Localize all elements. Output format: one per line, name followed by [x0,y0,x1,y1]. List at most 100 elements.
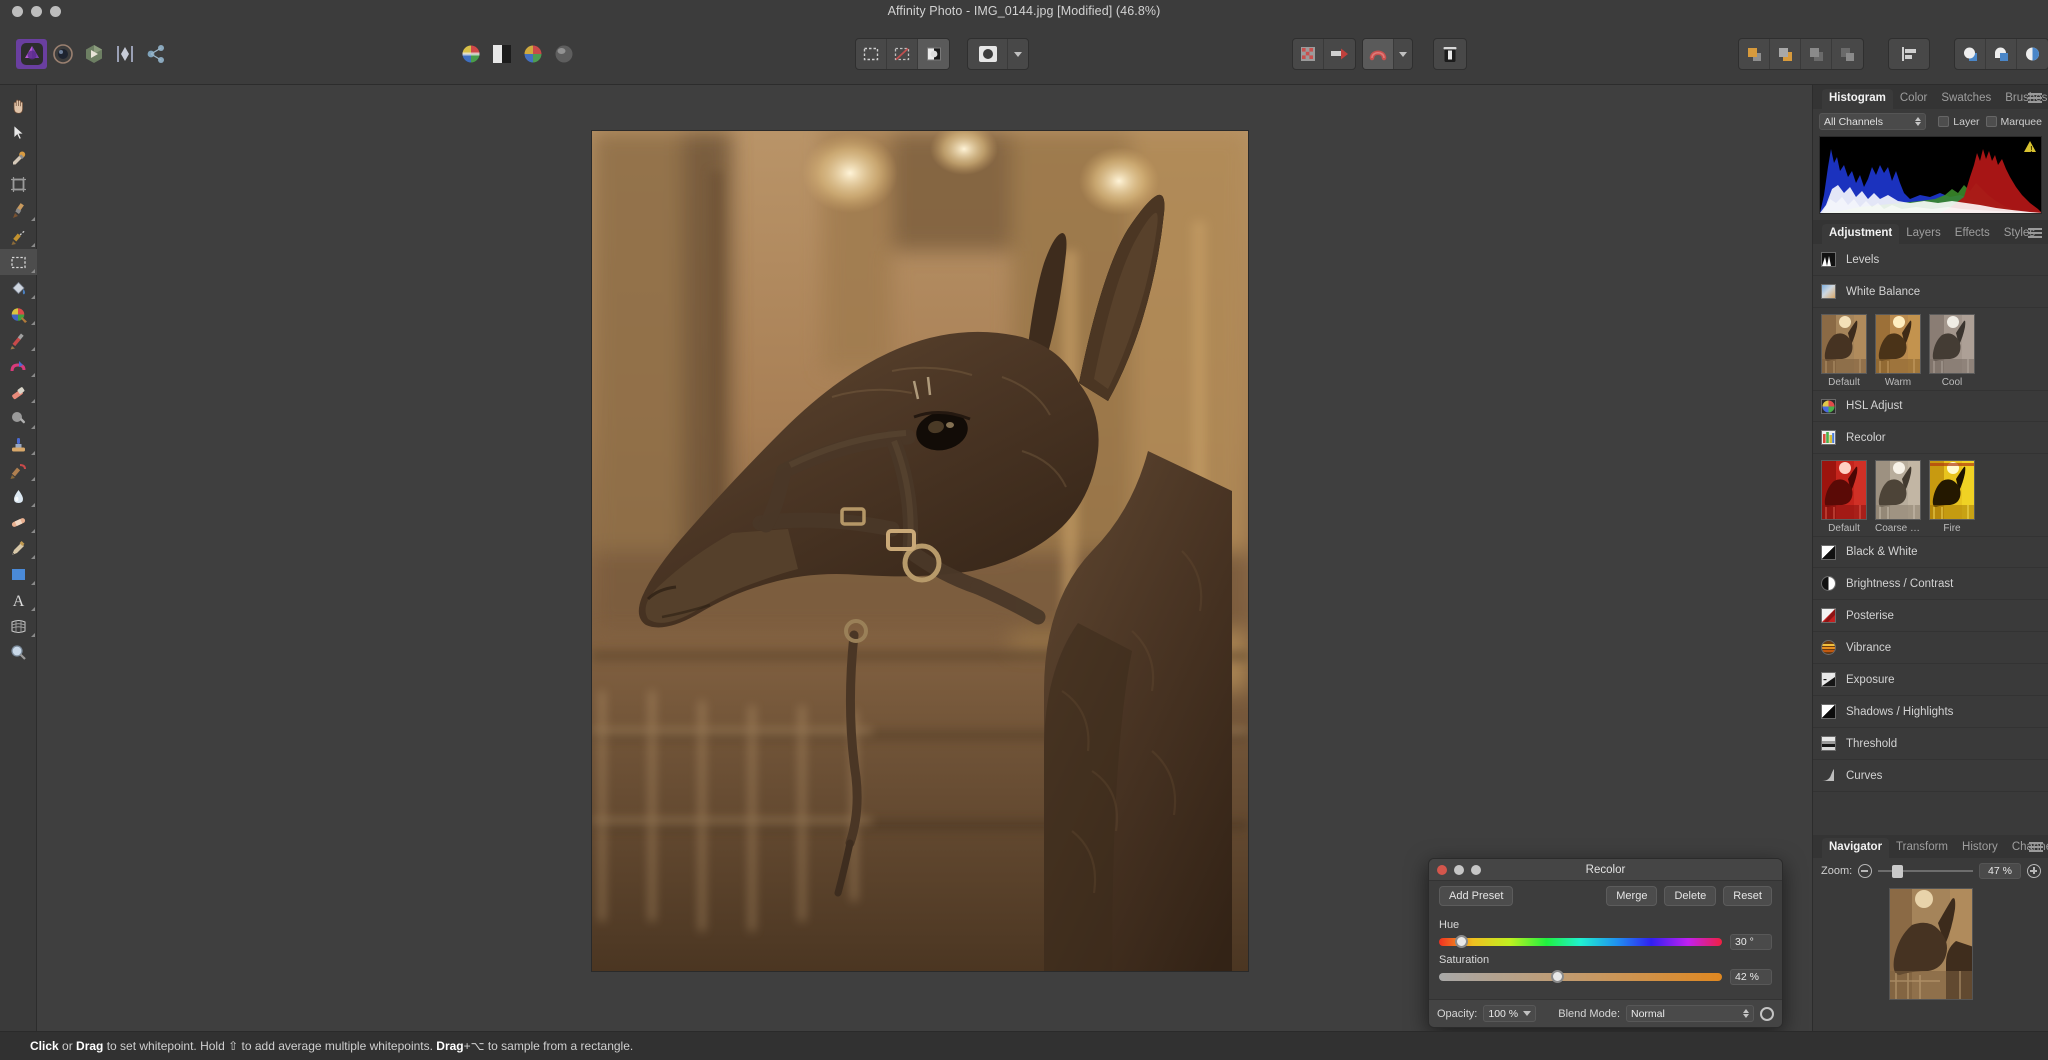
trash-icon[interactable] [1434,39,1466,69]
adjustment-item-brightness-contrast[interactable]: Brightness / Contrast [1813,568,2048,600]
tool-erase-brush[interactable] [0,379,37,405]
adjustment-item-hsl-adjust[interactable]: HSL Adjust [1813,390,2048,422]
opacity-combo[interactable]: 100 % [1483,1005,1536,1022]
move-to-front-icon[interactable] [1739,39,1770,69]
delete-button[interactable]: Delete [1664,886,1716,906]
layer-checkbox[interactable] [1938,116,1949,127]
panel-menu-icon[interactable] [2028,228,2042,239]
saturation-value-field[interactable]: 42 % [1730,969,1772,985]
hue-value-field[interactable]: 30 ° [1730,934,1772,950]
tool-healing-brush[interactable] [0,509,37,535]
marquee-checkbox-row[interactable]: Marquee [1986,116,2042,128]
tool-paint-mixer[interactable] [0,327,37,353]
tab-effects[interactable]: Effects [1948,224,1997,244]
liquify-persona-button[interactable] [47,39,78,69]
tool-undo-brush[interactable] [0,457,37,483]
tab-adjustment[interactable]: Adjustment [1822,224,1899,244]
tool-zoom[interactable] [0,639,37,665]
histogram-graph[interactable]: ! [1819,136,2042,214]
refine-selection-icon[interactable] [918,39,949,69]
tool-flood-fill[interactable] [0,275,37,301]
grid-icon[interactable] [1293,39,1324,69]
no-selection-icon[interactable] [887,39,918,69]
recolor-dialog[interactable]: Recolor Add Preset Merge Delete Reset Hu… [1428,858,1783,1028]
zoom-in-icon[interactable] [2027,864,2041,878]
adjustment-item-shadows-highlights[interactable]: Shadows / Highlights [1813,696,2048,728]
tab-history[interactable]: History [1955,838,2005,858]
tool-view[interactable] [0,93,37,119]
zoom-value-field[interactable]: 47 % [1979,863,2021,879]
dialog-maximize-button[interactable] [1471,865,1481,875]
tool-rectangular-marquee[interactable] [0,249,37,275]
color-wheel-icon[interactable] [455,39,486,69]
sphere-icon[interactable] [548,39,579,69]
blend-mode-combo[interactable]: Normal [1626,1005,1754,1022]
color-circle-icon[interactable] [517,39,548,69]
move-to-back-icon[interactable] [1832,39,1863,69]
marquee-checkbox[interactable] [1986,116,1997,127]
develop-persona-button[interactable] [78,39,109,69]
tool-move[interactable] [0,119,37,145]
zoom-out-icon[interactable] [1858,864,1872,878]
tool-mesh-warp[interactable] [0,613,37,639]
adjustment-item-black-white[interactable]: Black & White [1813,536,2048,568]
tool-selection-brush[interactable] [0,223,37,249]
maximize-button[interactable] [50,6,61,17]
preset-recolor-fire[interactable]: Fire [1929,460,1975,534]
saturation-slider-track[interactable] [1439,973,1722,981]
tab-swatches[interactable]: Swatches [1934,89,1998,109]
tool-clone-brush[interactable] [0,431,37,457]
settings-gear-icon[interactable] [1760,1007,1774,1021]
reset-button[interactable]: Reset [1723,886,1772,906]
move-forward-icon[interactable] [1770,39,1801,69]
saturation-slider-knob[interactable] [1551,970,1564,983]
merge-button[interactable]: Merge [1606,886,1657,906]
tab-color[interactable]: Color [1893,89,1934,109]
preset-wb-warm[interactable]: Warm [1875,314,1921,388]
tool-gradient[interactable] [0,301,37,327]
hue-slider-track[interactable] [1439,938,1722,946]
tool-artistic-text[interactable]: A [0,587,37,613]
marquee-selection-icon[interactable] [856,39,887,69]
boolean-intersect-icon[interactable] [2017,39,2048,69]
adjustment-item-threshold[interactable]: Threshold [1813,728,2048,760]
tab-histogram[interactable]: Histogram [1822,89,1893,109]
boolean-subtract-icon[interactable] [1986,39,2017,69]
adjustment-item-posterise[interactable]: Posterise [1813,600,2048,632]
tab-transform[interactable]: Transform [1889,838,1955,858]
tool-blur-brush[interactable] [0,483,37,509]
tool-pen[interactable] [0,535,37,561]
zoom-slider-knob[interactable] [1892,865,1903,878]
navigator-thumbnail[interactable] [1889,888,1973,1000]
tool-dodge[interactable] [0,405,37,431]
tool-smudge[interactable] [0,353,37,379]
preset-recolor-default[interactable]: Default [1821,460,1867,534]
tool-rectangle[interactable] [0,561,37,587]
align-left-icon[interactable] [1889,39,1929,69]
layer-checkbox-row[interactable]: Layer [1938,116,1979,128]
tool-paint-brush[interactable] [0,197,37,223]
magnet-dropdown[interactable] [1394,39,1412,69]
adjustment-item-white-balance[interactable]: White Balance [1813,276,2048,308]
tone-mapping-persona-button[interactable] [109,39,140,69]
photo-persona-button[interactable] [16,39,47,69]
adjustment-item-recolor[interactable]: Recolor [1813,422,2048,454]
contrast-split-icon[interactable] [486,39,517,69]
export-persona-button[interactable] [140,39,171,69]
zoom-slider[interactable] [1878,864,1973,878]
tab-layers[interactable]: Layers [1899,224,1948,244]
preset-wb-default[interactable]: Default [1821,314,1867,388]
dialog-window-controls[interactable] [1437,865,1481,875]
mask-preview-dropdown[interactable] [1008,39,1028,69]
boolean-add-icon[interactable] [1955,39,1986,69]
minimize-button[interactable] [31,6,42,17]
adjustment-item-levels[interactable]: Levels [1813,244,2048,276]
document-image[interactable] [592,131,1248,971]
dialog-close-button[interactable] [1437,865,1447,875]
tab-navigator[interactable]: Navigator [1822,838,1889,858]
snap-edge-icon[interactable] [1324,39,1355,69]
hue-slider-knob[interactable] [1455,935,1468,948]
adjustment-item-exposure[interactable]: Exposure [1813,664,2048,696]
channel-select[interactable]: All Channels [1819,113,1926,130]
preset-recolor-coarse-sepia[interactable]: Coarse Se... [1875,460,1921,534]
